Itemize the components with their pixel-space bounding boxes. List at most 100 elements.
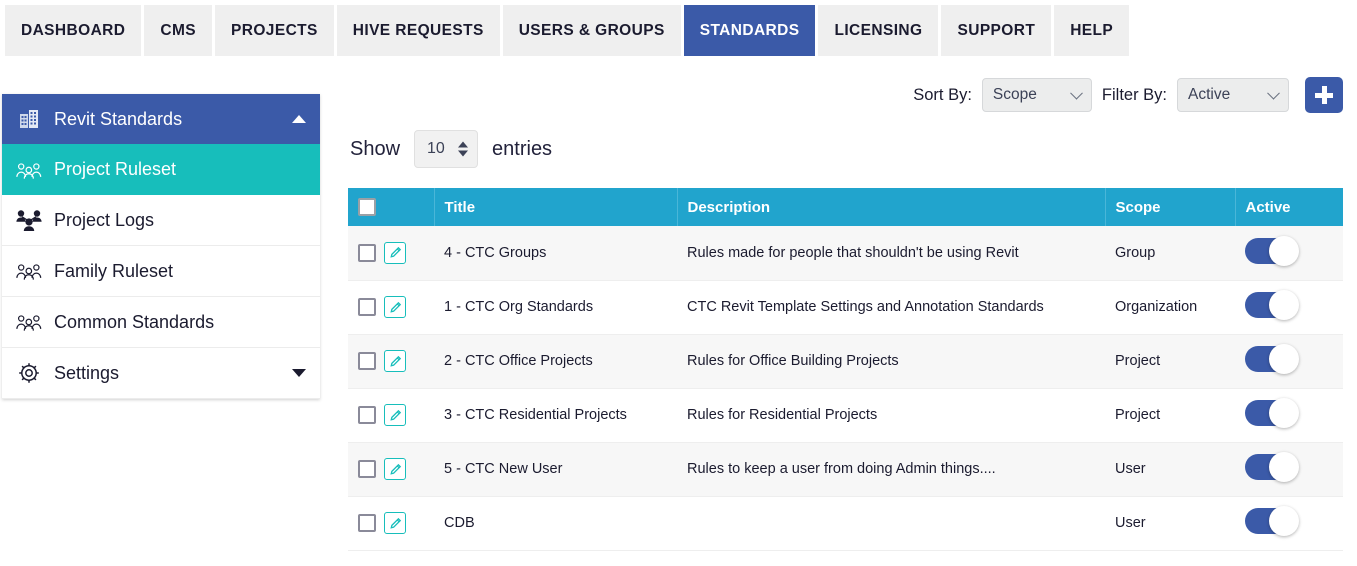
table-header: Title Description Scope Active (348, 188, 1343, 226)
sidebar-header-label: Revit Standards (54, 108, 183, 129)
cell-title: 2 - CTC Office Projects (434, 334, 677, 389)
toggle-knob (1269, 398, 1299, 428)
cell-scope: User (1105, 496, 1235, 551)
active-toggle[interactable] (1245, 398, 1299, 428)
people-outline-icon (16, 309, 42, 335)
edit-button[interactable] (384, 512, 406, 534)
plus-icon (1315, 86, 1333, 104)
row-checkbox[interactable] (358, 352, 376, 370)
sidebar-item-project-ruleset[interactable]: Project Ruleset (2, 144, 320, 195)
edit-button[interactable] (384, 296, 406, 318)
sidebar-item-settings[interactable]: Settings (2, 348, 320, 399)
row-checkbox[interactable] (358, 243, 376, 262)
cell-active (1235, 226, 1343, 281)
cell-scope: Project (1105, 334, 1235, 389)
cell-scope: User (1105, 442, 1235, 497)
active-toggle[interactable] (1245, 344, 1299, 374)
sidebar-item-common-standards[interactable]: Common Standards (2, 297, 320, 348)
cell-active (1235, 496, 1343, 551)
row-actions-cell (348, 442, 434, 497)
table-row[interactable]: 4 - CTC Groups Rules made for people that… (348, 226, 1343, 281)
rulesets-table: Title Description Scope Active 4 - CTC G… (348, 188, 1343, 551)
sidebar-item-label: Family Ruleset (54, 260, 174, 281)
row-checkbox[interactable] (358, 298, 376, 316)
cell-description: CTC Revit Template Settings and Annotati… (677, 280, 1105, 335)
row-checkbox[interactable] (358, 406, 376, 424)
sidebar-item-label: Common Standards (54, 311, 215, 332)
nav-tab-cms[interactable]: CMS (144, 5, 213, 56)
table-header-row: Title Description Scope Active (348, 188, 1343, 226)
nav-tab-standards[interactable]: STANDARDS (683, 5, 816, 56)
cell-scope: Project (1105, 388, 1235, 443)
select-all-column (348, 188, 435, 226)
sort-by-select[interactable]: Scope (981, 78, 1092, 112)
entries-per-page-select[interactable]: 10 (414, 130, 479, 168)
edit-button[interactable] (384, 458, 406, 480)
chevron-down-icon[interactable] (292, 369, 306, 377)
row-actions-cell (348, 334, 434, 389)
gear-icon (16, 360, 42, 386)
table-row[interactable]: CDB User (348, 496, 1343, 551)
table-row[interactable]: 1 - CTC Org Standards CTC Revit Template … (348, 280, 1343, 335)
cell-description: Rules made for people that shouldn't be … (677, 226, 1105, 281)
table-row[interactable]: 5 - CTC New User Rules to keep a user fro… (348, 442, 1343, 497)
cell-description: Rules to keep a user from doing Admin th… (677, 442, 1105, 497)
sidebar-header-revit-standards[interactable]: Revit Standards (2, 94, 320, 144)
sidebar-item-label: Project Logs (54, 209, 155, 230)
cell-description: Rules for Residential Projects (677, 388, 1105, 443)
nav-tab-users-groups[interactable]: USERS & GROUPS (502, 5, 681, 56)
cell-title: CDB (434, 496, 677, 551)
row-checkbox[interactable] (358, 514, 376, 532)
chevron-up-icon[interactable] (292, 115, 306, 123)
main-navigation: DASHBOARD CMS PROJECTS HIVE REQUESTS USERS &… (0, 0, 1357, 56)
main-content: Sort By: Scope Filter By: Active Show 10… (320, 56, 1357, 551)
edit-button[interactable] (384, 350, 406, 372)
cell-scope: Group (1105, 226, 1235, 281)
sort-by-label: Sort By: (913, 85, 972, 104)
nav-tab-support[interactable]: SUPPORT (941, 5, 1052, 56)
active-toggle[interactable] (1245, 290, 1299, 320)
cell-active (1235, 388, 1343, 443)
column-header-title[interactable]: Title (434, 188, 678, 226)
add-ruleset-button[interactable] (1305, 77, 1343, 113)
sort-by-value: Scope (992, 86, 1037, 103)
nav-tab-dashboard[interactable]: DASHBOARD (5, 5, 142, 56)
select-all-checkbox[interactable] (358, 198, 376, 217)
row-checkbox[interactable] (358, 460, 376, 478)
active-toggle[interactable] (1245, 506, 1299, 536)
table-row[interactable]: 2 - CTC Office Projects Rules for Office … (348, 334, 1343, 389)
row-actions-cell (348, 496, 434, 551)
people-filled-icon (16, 207, 42, 233)
active-toggle[interactable] (1245, 452, 1299, 482)
toggle-knob (1269, 290, 1299, 320)
sidebar-item-project-logs[interactable]: Project Logs (2, 195, 320, 246)
column-header-description[interactable]: Description (677, 188, 1106, 226)
sidebar-item-label: Settings (54, 362, 120, 383)
sidebar-item-family-ruleset[interactable]: Family Ruleset (2, 246, 320, 297)
show-entries-control: Show 10 entries (348, 116, 1343, 188)
table-toolbar: Sort By: Scope Filter By: Active (348, 56, 1343, 116)
table-body: 4 - CTC Groups Rules made for people that… (348, 226, 1343, 551)
column-header-active[interactable]: Active (1235, 188, 1343, 226)
nav-tab-hive-requests[interactable]: HIVE REQUESTS (336, 5, 500, 56)
show-entries-suffix: entries (492, 137, 553, 160)
edit-button[interactable] (384, 241, 406, 264)
table-row[interactable]: 3 - CTC Residential Projects Rules for Re… (348, 388, 1343, 443)
filter-by-select[interactable]: Active (1177, 78, 1289, 112)
column-header-scope[interactable]: Scope (1105, 188, 1236, 226)
cell-title: 5 - CTC New User (434, 442, 677, 497)
nav-tab-help[interactable]: HELP (1054, 5, 1130, 56)
nav-tab-licensing[interactable]: LICENSING (818, 5, 939, 56)
cell-active (1235, 442, 1343, 497)
chevron-down-icon (1070, 86, 1083, 100)
stepper-icon (458, 141, 469, 157)
people-outline-icon (16, 258, 42, 284)
nav-tab-projects[interactable]: PROJECTS (215, 5, 334, 56)
cell-active (1235, 334, 1343, 389)
edit-button[interactable] (384, 404, 406, 426)
active-toggle[interactable] (1245, 235, 1299, 266)
page-body: Revit Standards Project Ruleset Project L… (0, 56, 1357, 566)
cell-title: 4 - CTC Groups (434, 226, 677, 281)
sidebar: Revit Standards Project Ruleset Project L… (2, 94, 320, 399)
toggle-knob (1269, 344, 1299, 374)
